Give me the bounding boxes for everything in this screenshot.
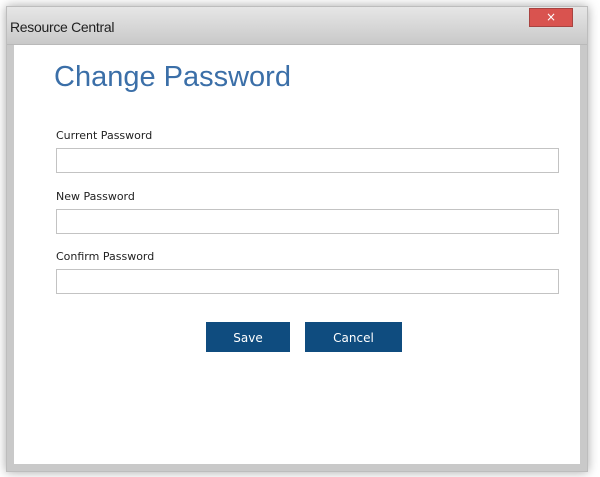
close-icon: ×: [545, 10, 557, 24]
window-title: Resource Central: [10, 19, 115, 35]
save-button[interactable]: Save: [206, 322, 290, 352]
confirm-password-label: Confirm Password: [56, 250, 155, 263]
dialog-content: Change Password Current Password New Pas…: [7, 45, 587, 471]
title-bar[interactable]: Resource Central ×: [7, 7, 587, 45]
dialog-window: Resource Central × Change Password Curre…: [6, 6, 588, 472]
confirm-password-input[interactable]: [56, 269, 559, 294]
cancel-button[interactable]: Cancel: [305, 322, 402, 352]
current-password-label: Current Password: [56, 129, 153, 142]
new-password-label: New Password: [56, 190, 135, 203]
new-password-input[interactable]: [56, 209, 559, 234]
page-title: Change Password: [54, 61, 291, 93]
current-password-input[interactable]: [56, 148, 559, 173]
close-button[interactable]: ×: [529, 8, 573, 27]
